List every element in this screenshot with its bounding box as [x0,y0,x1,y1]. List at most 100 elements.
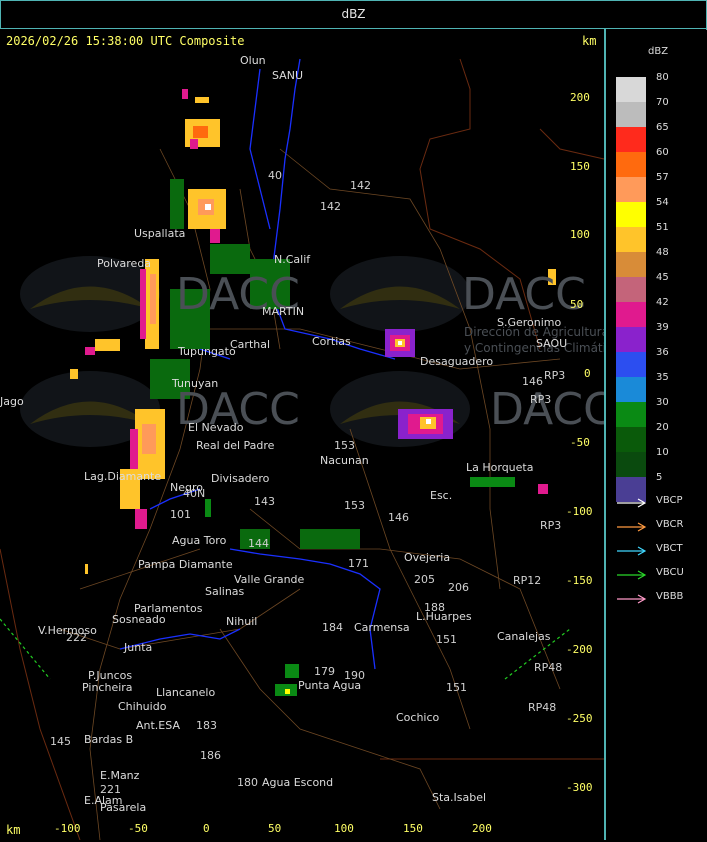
route-label: 40 [268,169,282,182]
x-tick: -50 [128,822,148,835]
arrow-icon [617,546,647,556]
color-scale [616,77,646,502]
radar-name: VBCR [656,519,684,530]
place-label: Polvareda [97,257,152,270]
place-label: Sosneado [112,613,166,626]
place-label: Llancanelo [156,686,216,699]
route-label: RP3 [540,519,562,532]
place-label: Pasarela [100,801,147,814]
x-tick: 100 [334,822,354,835]
arrow-icon [617,498,647,508]
radar-legend-item: VBBB [616,591,704,605]
radar-legend-item: VBCU [616,567,704,581]
place-label: SAOU [536,337,568,350]
watermark-brand-2: DACC [490,384,606,435]
radar-name: VBCT [656,543,683,554]
legend-value: 57 [656,172,669,183]
watermark-line2: y Contingencias Climáticas [464,341,606,355]
route-label: 188 [424,601,445,614]
route-label: RP3 [530,393,552,406]
y-tick: -150 [566,574,593,587]
place-label: Nacunan [320,454,369,467]
y-tick: 100 [570,228,590,241]
y-tick: -100 [566,505,593,518]
y-tick: 200 [570,91,590,104]
boundaries [0,58,604,840]
route-label: 221 [100,783,121,796]
radar-legend-item: VBCP [616,495,704,509]
legend-swatch [616,77,646,102]
legend-swatch [616,402,646,427]
legend-value: 42 [656,297,669,308]
x-tick: 0 [203,822,210,835]
route-label: 151 [436,633,457,646]
legend-value: 60 [656,147,669,158]
place-label: Salinas [205,585,245,598]
composite-timestamp: 2026/02/26 15:38:00 UTC Composite [6,34,245,48]
arrow-icon [617,522,647,532]
route-label: RP3 [544,369,566,382]
place-label: Tunuyan [172,377,219,390]
route-label: 205 [414,573,435,586]
place-label: Carmensa [354,621,410,634]
legend-swatch [616,177,646,202]
radar-name: VBCU [656,567,684,578]
place-label: Divisadero [211,472,270,485]
radar-name: VBBB [656,591,684,602]
route-label: 184 [322,621,343,634]
y-tick: 0 [584,367,591,380]
legend-value: 5 [656,472,663,483]
place-label: La Horqueta [466,461,534,474]
legend-swatch [616,277,646,302]
legend-value: 48 [656,247,669,258]
route-label: 206 [448,581,469,594]
legend-value: 51 [656,222,669,233]
legend-value: 30 [656,397,669,408]
radar-legend-item: VBCT [616,543,704,557]
x-tick: 50 [268,822,282,835]
place-label: Pincheira [82,681,133,694]
y-tick: -250 [566,712,593,725]
radar-legend-item: VBCR [616,519,704,533]
y-tick: 50 [570,298,584,311]
x-tick: 200 [472,822,492,835]
legend-unit-title: dBZ [341,7,366,21]
watermark-brand: DACC [462,269,586,320]
radar-map[interactable]: DACC Dirección de Agricultura y Continge… [0,29,606,840]
route-label: 186 [200,749,221,762]
route-label: 142 [320,200,341,213]
route-label: 183 [196,719,217,732]
route-label: 171 [348,557,369,570]
route-label: 142 [350,179,371,192]
y-tick: -50 [570,436,590,449]
route-label: 144 [248,537,269,550]
km-unit-top: km [582,34,597,48]
route-label: 146 [388,511,409,524]
legend-value: 54 [656,197,669,208]
legend-swatch [616,202,646,227]
legend-swatch [616,352,646,377]
legend-value: 65 [656,122,669,133]
place-label: Chihuido [118,700,167,713]
route-label: 143 [254,495,275,508]
place-label: Cochico [396,711,440,724]
place-label: Sta.Isabel [432,791,487,804]
place-label: Cortias [312,335,351,348]
km-unit-bottom: km [6,823,21,837]
legend-title: dBZ [648,46,669,57]
place-label: Real del Padre [196,439,275,452]
place-label: SANU [272,69,303,82]
route-label: 180 [237,776,258,789]
legend-swatch [616,152,646,177]
place-label: Carthal [230,338,271,351]
route-label: 151 [446,681,467,694]
route-label: 40N [183,487,206,500]
route-label: RP48 [528,701,557,714]
legend-swatch [616,427,646,452]
place-label: Jago [0,395,24,408]
place-label: Uspallata [134,227,186,240]
x-tick: 150 [403,822,423,835]
legend-swatch [616,227,646,252]
route-label: RP12 [513,574,542,587]
arrow-icon [617,594,647,604]
